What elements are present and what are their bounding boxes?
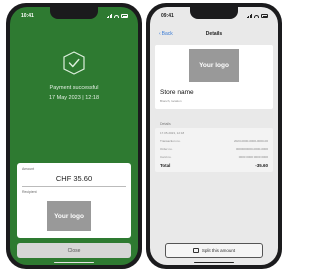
recipient-label: Recipient bbox=[22, 190, 37, 194]
detail-value: 2023-0000-0000-0000-00 bbox=[233, 139, 268, 143]
amount-value: CHF 35.60 bbox=[55, 174, 93, 183]
wifi-icon bbox=[254, 14, 259, 18]
navigation-bar: ‹ Back Details bbox=[150, 31, 278, 41]
battery-icon bbox=[261, 14, 268, 18]
success-shield-check-icon bbox=[63, 51, 85, 75]
detail-row: Card no. 0000 0000 0000 0000 bbox=[160, 155, 268, 161]
detail-row: 17.05.2023, 12:18 bbox=[160, 131, 268, 137]
detail-label: Order no. bbox=[160, 147, 173, 151]
detail-label: Transaction no. bbox=[160, 139, 181, 143]
split-label: Split this amount bbox=[201, 248, 236, 253]
store-logo: Your logo bbox=[189, 49, 239, 82]
notch bbox=[190, 7, 238, 19]
detail-row: Transaction no. 2023-0000-0000-0000-00 bbox=[160, 139, 268, 145]
details-list: 17.05.2023, 12:18 Transaction no. 2023-0… bbox=[155, 128, 273, 172]
split-amount-button[interactable]: Split this amount bbox=[165, 243, 263, 258]
status-time: 09:41 bbox=[161, 13, 174, 19]
receipt-sheet: Amount CHF 35.60 Recipient Your logo bbox=[17, 163, 131, 238]
details-section-label: Details bbox=[160, 122, 171, 126]
payment-status-title: Payment successful bbox=[49, 85, 99, 91]
details-screen: 09:41 ‹ Back Details Your logo Store nam… bbox=[150, 7, 278, 265]
total-row: Total -35.60 bbox=[160, 163, 268, 169]
store-name: Store name bbox=[160, 89, 194, 96]
divider bbox=[22, 186, 126, 187]
signal-icon bbox=[106, 14, 112, 18]
detail-label: Card no. bbox=[160, 155, 172, 159]
payment-datetime: 17 May 2023 | 12:18 bbox=[48, 95, 100, 101]
phone-left: 10:41 Payment successful 17 May 2023 | 1… bbox=[6, 3, 142, 269]
merchant-logo: Your logo bbox=[47, 201, 91, 231]
detail-value: 0000 0000 0000 0000 bbox=[238, 155, 268, 159]
store-address: Branch, location bbox=[160, 99, 182, 103]
amount-label: Amount bbox=[22, 167, 35, 171]
store-card: Your logo Store name Branch, location bbox=[155, 45, 273, 109]
notch bbox=[50, 7, 98, 19]
total-value: -35.60 bbox=[255, 163, 268, 168]
close-button[interactable]: Close bbox=[17, 243, 131, 258]
split-icon bbox=[192, 248, 199, 253]
phone-right: 09:41 ‹ Back Details Your logo Store nam… bbox=[146, 3, 282, 269]
home-indicator[interactable] bbox=[54, 261, 94, 263]
payment-success-screen: 10:41 Payment successful 17 May 2023 | 1… bbox=[10, 7, 138, 265]
signal-icon bbox=[246, 14, 252, 18]
status-time: 10:41 bbox=[21, 13, 34, 19]
detail-label: 17.05.2023, 12:18 bbox=[160, 131, 185, 135]
detail-row: Order no. 0000000000-0000-0000 bbox=[160, 147, 268, 153]
wifi-icon bbox=[114, 14, 119, 18]
battery-icon bbox=[121, 14, 128, 18]
home-indicator[interactable] bbox=[194, 261, 234, 263]
detail-value: 0000000000-0000-0000 bbox=[235, 147, 268, 151]
total-label: Total bbox=[160, 163, 171, 168]
page-title: Details bbox=[205, 31, 223, 37]
